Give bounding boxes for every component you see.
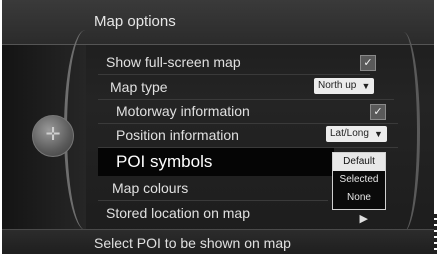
menu-item-label: POI symbols: [116, 152, 213, 171]
check-icon[interactable]: ✓: [370, 104, 386, 120]
menu-item-label: Show full-screen map: [106, 54, 241, 70]
menu-item-motorway-information[interactable]: Motorway information ✓: [98, 99, 398, 124]
map-options-screen: Map options ✛ Show full-screen map ✓ Map…: [2, 0, 434, 254]
menu-item-label: Map colours: [112, 180, 189, 196]
menu-item-label: Stored location on map: [106, 205, 250, 221]
menu-item-label: Map type: [110, 79, 168, 95]
popup-option-none[interactable]: None: [333, 189, 385, 207]
popup-option-selected[interactable]: Selected: [333, 171, 385, 189]
page-title: Map options: [94, 13, 176, 30]
menu-item-map-type[interactable]: Map type North up ▼: [98, 75, 394, 100]
position-info-dropdown[interactable]: Lat/Long ▼: [326, 126, 387, 142]
chevron-down-icon: ▼: [361, 81, 371, 91]
chevron-right-icon: ▶: [359, 213, 368, 225]
dropdown-value: Lat/Long: [330, 128, 369, 139]
menu-item-label: Position information: [116, 127, 239, 143]
status-text: Select POI to be shown on map: [94, 235, 291, 251]
menu-item-position-information[interactable]: Position information Lat/Long ▼: [98, 123, 398, 148]
header-bar: Map options: [2, 0, 434, 45]
dropdown-value: North up: [318, 80, 357, 91]
edge-dashes: [434, 214, 437, 254]
menu-item-label: Motorway information: [116, 103, 250, 119]
check-icon[interactable]: ✓: [360, 55, 376, 71]
chevron-down-icon: ▼: [374, 129, 383, 139]
menu-item-map-colours[interactable]: Map colours: [98, 176, 328, 201]
poi-symbols-popup: Default Selected None: [332, 152, 386, 210]
status-bar: Select POI to be shown on map: [2, 229, 434, 254]
compass-icon: ✛: [45, 124, 61, 145]
menu-item-show-full-screen-map[interactable]: Show full-screen map ✓: [98, 50, 376, 75]
control-knob[interactable]: ✛: [32, 115, 74, 157]
popup-option-default[interactable]: Default: [333, 153, 385, 171]
map-type-dropdown[interactable]: North up ▼: [314, 78, 375, 94]
menu-item-poi-symbols[interactable]: POI symbols: [98, 148, 334, 176]
